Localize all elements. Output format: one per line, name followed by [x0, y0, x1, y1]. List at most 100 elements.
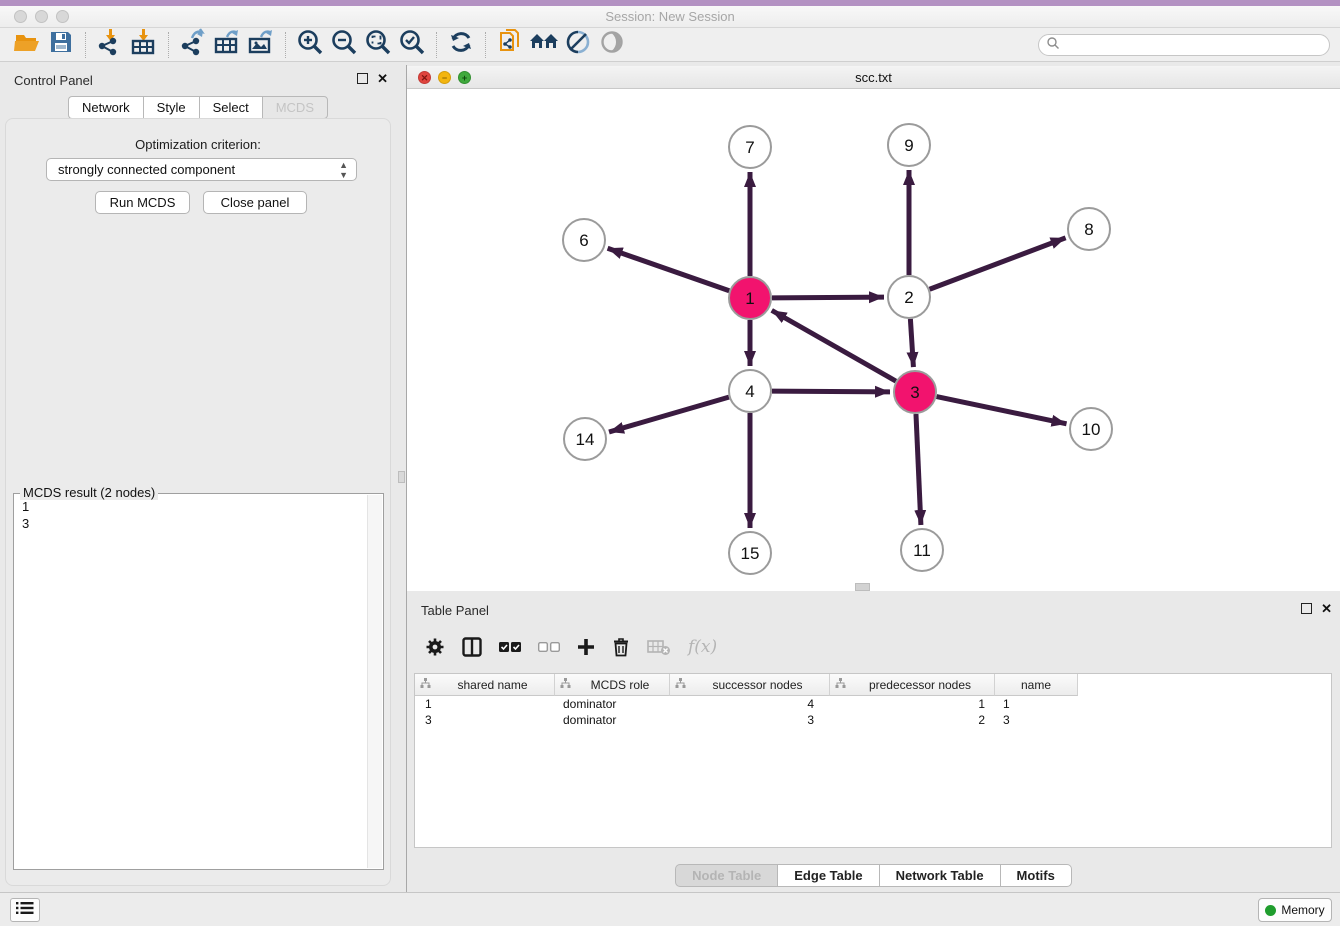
- table-settings-button[interactable]: [425, 637, 445, 657]
- network-canvas[interactable]: 1234678910111415: [407, 89, 1340, 591]
- vertical-splitter[interactable]: [396, 65, 407, 892]
- import-table-button[interactable]: [127, 30, 161, 60]
- edge-2-to-8[interactable]: [930, 238, 1066, 289]
- mcds-result-box: MCDS result (2 nodes) 1 3: [13, 493, 384, 870]
- edge-3-to-10[interactable]: [937, 397, 1067, 424]
- column-header-mcds-role[interactable]: MCDS role: [555, 674, 670, 696]
- float-panel-icon[interactable]: [357, 73, 368, 84]
- table-row[interactable]: 3dominator323: [415, 712, 1331, 728]
- mcds-result-text: 1 3: [22, 498, 29, 532]
- toolbar-separator: [485, 32, 486, 58]
- tab-network[interactable]: Network: [68, 96, 143, 119]
- control-panel-tabs: Network Style Select MCDS: [0, 96, 396, 119]
- import-table-icon: [130, 28, 158, 61]
- list-icon: [16, 901, 34, 920]
- first-neighbors-button[interactable]: [527, 30, 561, 60]
- column-header-predecessor-nodes[interactable]: predecessor nodes: [830, 674, 995, 696]
- eye-icon: [598, 28, 626, 61]
- close-panel-icon[interactable]: ✕: [377, 73, 388, 84]
- select-stepper-icon: ▲▼: [339, 160, 348, 180]
- edge-1-to-6[interactable]: [608, 248, 730, 290]
- network-window-titlebar[interactable]: ✕ − + scc.txt: [407, 66, 1340, 89]
- memory-label: Memory: [1281, 903, 1324, 917]
- zoom-out-icon: [330, 28, 358, 61]
- network-window-title: scc.txt: [407, 70, 1340, 85]
- run-mcds-button[interactable]: Run MCDS: [95, 191, 190, 214]
- close-panel-button[interactable]: Close panel: [203, 191, 307, 214]
- edge-3-to-1[interactable]: [772, 310, 896, 381]
- slash-circle-icon: [564, 28, 592, 61]
- hide-details-button[interactable]: [561, 30, 595, 60]
- export-network-button[interactable]: [176, 30, 210, 60]
- tab-style[interactable]: Style: [143, 96, 199, 119]
- edge-2-to-3[interactable]: [910, 319, 913, 367]
- edge-4-to-3[interactable]: [772, 391, 890, 392]
- column-header-shared-name[interactable]: shared name: [415, 674, 555, 696]
- create-column-button[interactable]: [577, 638, 595, 656]
- control-panel: Control Panel ✕ Network Style Select MCD…: [0, 65, 396, 892]
- open-session-button[interactable]: [10, 30, 44, 60]
- tab-network-table[interactable]: Network Table: [879, 864, 1000, 887]
- open-folder-icon: [13, 29, 41, 60]
- mcds-panel: Optimization criterion: strongly connect…: [5, 118, 391, 886]
- select-all-button[interactable]: [499, 640, 521, 654]
- edge-1-to-2[interactable]: [772, 297, 884, 298]
- splitter-grip[interactable]: [398, 471, 405, 483]
- window-titlebar[interactable]: Session: New Session: [0, 6, 1340, 28]
- column-settings-button[interactable]: [462, 637, 482, 657]
- deselect-all-button[interactable]: [538, 640, 560, 654]
- export-table-button[interactable]: [210, 30, 244, 60]
- save-session-button[interactable]: [44, 30, 78, 60]
- table-cell-mcds-role: dominator: [555, 712, 670, 728]
- graph-node-label: 7: [745, 138, 754, 157]
- search-field[interactable]: [1038, 34, 1330, 56]
- zoom-in-button[interactable]: [293, 30, 327, 60]
- zoom-selected-button[interactable]: [395, 30, 429, 60]
- search-input[interactable]: [1060, 36, 1329, 54]
- import-network-icon: [96, 28, 124, 61]
- memory-button[interactable]: Memory: [1258, 898, 1332, 922]
- optimization-criterion-label: Optimization criterion:: [6, 137, 390, 152]
- graph-node-label: 3: [910, 383, 919, 402]
- zoom-out-button[interactable]: [327, 30, 361, 60]
- export-table-icon: [213, 28, 241, 61]
- criterion-select[interactable]: strongly connected component ▲▼: [46, 158, 357, 181]
- tab-select[interactable]: Select: [199, 96, 262, 119]
- refresh-icon: [447, 28, 475, 61]
- tab-mcds[interactable]: MCDS: [262, 96, 328, 119]
- tab-node-table[interactable]: Node Table: [675, 864, 777, 887]
- tab-motifs[interactable]: Motifs: [1000, 864, 1072, 887]
- table-cell-successor-nodes: 4: [670, 696, 830, 712]
- horizontal-splitter-grip[interactable]: [855, 583, 870, 591]
- new-network-from-selection-button[interactable]: [493, 30, 527, 60]
- result-line: 3: [22, 515, 29, 532]
- export-image-button[interactable]: [244, 30, 278, 60]
- mcds-result-title: MCDS result (2 nodes): [20, 485, 158, 500]
- tab-edge-table[interactable]: Edge Table: [777, 864, 878, 887]
- toolbar-separator: [436, 32, 437, 58]
- toolbar-separator: [85, 32, 86, 58]
- column-type-icon: [555, 678, 571, 692]
- export-network-icon: [179, 28, 207, 61]
- result-scrollbar[interactable]: [367, 495, 382, 868]
- edge-4-to-14[interactable]: [609, 397, 729, 432]
- zoom-fit-button[interactable]: [361, 30, 395, 60]
- column-header-name[interactable]: name: [995, 674, 1078, 696]
- import-network-button[interactable]: [93, 30, 127, 60]
- main-toolbar: [0, 28, 1340, 62]
- show-task-history-button[interactable]: [10, 898, 40, 922]
- zoom-in-icon: [296, 28, 324, 61]
- zoom-selected-icon: [398, 28, 426, 61]
- graph-node-label: 11: [913, 541, 931, 560]
- show-graphics-details-button[interactable]: [595, 30, 629, 60]
- float-table-panel-icon[interactable]: [1301, 603, 1312, 614]
- apply-layout-button[interactable]: [444, 30, 478, 60]
- network-graph[interactable]: 1234678910111415: [407, 89, 1340, 591]
- delete-column-button[interactable]: [612, 637, 630, 657]
- window-title: Session: New Session: [0, 9, 1340, 24]
- table-cell-name: 1: [995, 696, 1078, 712]
- close-table-panel-icon[interactable]: ✕: [1321, 603, 1332, 614]
- table-row[interactable]: 1dominator411: [415, 696, 1331, 712]
- edge-3-to-11[interactable]: [916, 414, 921, 525]
- column-header-successor-nodes[interactable]: successor nodes: [670, 674, 830, 696]
